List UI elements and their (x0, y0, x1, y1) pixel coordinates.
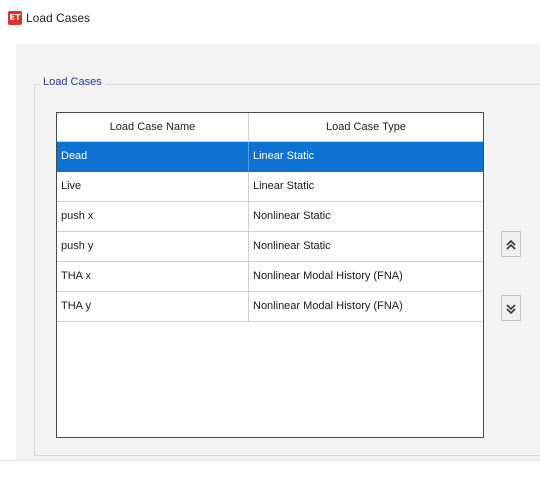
table-row[interactable]: THA x Nonlinear Modal History (FNA) (57, 262, 483, 292)
double-chevron-down-icon (506, 301, 516, 315)
column-header-load-case-type[interactable]: Load Case Type (249, 113, 483, 141)
table-row[interactable]: THA y Nonlinear Modal History (FNA) (57, 292, 483, 322)
load-cases-table[interactable]: Load Case Name Load Case Type Dead Linea… (56, 112, 484, 438)
app-icon: ET (8, 11, 22, 25)
table-row[interactable]: push y Nonlinear Static (57, 232, 483, 262)
load-case-type-cell[interactable]: Nonlinear Modal History (FNA) (249, 292, 483, 321)
load-case-type-cell[interactable]: Linear Static (249, 172, 483, 201)
load-case-name-cell[interactable]: Live (57, 172, 249, 201)
load-case-type-cell[interactable]: Nonlinear Static (249, 202, 483, 231)
move-up-button[interactable] (501, 231, 521, 257)
load-case-name-cell[interactable]: THA y (57, 292, 249, 321)
table-row[interactable]: Live Linear Static (57, 172, 483, 202)
load-case-name-cell[interactable]: Dead (57, 142, 249, 171)
bottom-divider (0, 460, 540, 461)
title-bar: ET Load Cases (0, 0, 540, 40)
move-down-button[interactable] (501, 295, 521, 321)
load-case-type-cell[interactable]: Nonlinear Static (249, 232, 483, 261)
load-case-type-cell[interactable]: Nonlinear Modal History (FNA) (249, 262, 483, 291)
groupbox-label: Load Cases (40, 76, 105, 88)
load-case-type-cell[interactable]: Linear Static (249, 142, 483, 171)
table-header: Load Case Name Load Case Type (57, 113, 483, 142)
load-case-name-cell[interactable]: THA x (57, 262, 249, 291)
table-row[interactable]: push x Nonlinear Static (57, 202, 483, 232)
window-title: Load Cases (26, 11, 91, 25)
table-row[interactable]: Dead Linear Static (57, 142, 483, 172)
column-header-load-case-name[interactable]: Load Case Name (57, 113, 249, 141)
load-case-name-cell[interactable]: push x (57, 202, 249, 231)
double-chevron-up-icon (506, 237, 516, 251)
load-case-name-cell[interactable]: push y (57, 232, 249, 261)
